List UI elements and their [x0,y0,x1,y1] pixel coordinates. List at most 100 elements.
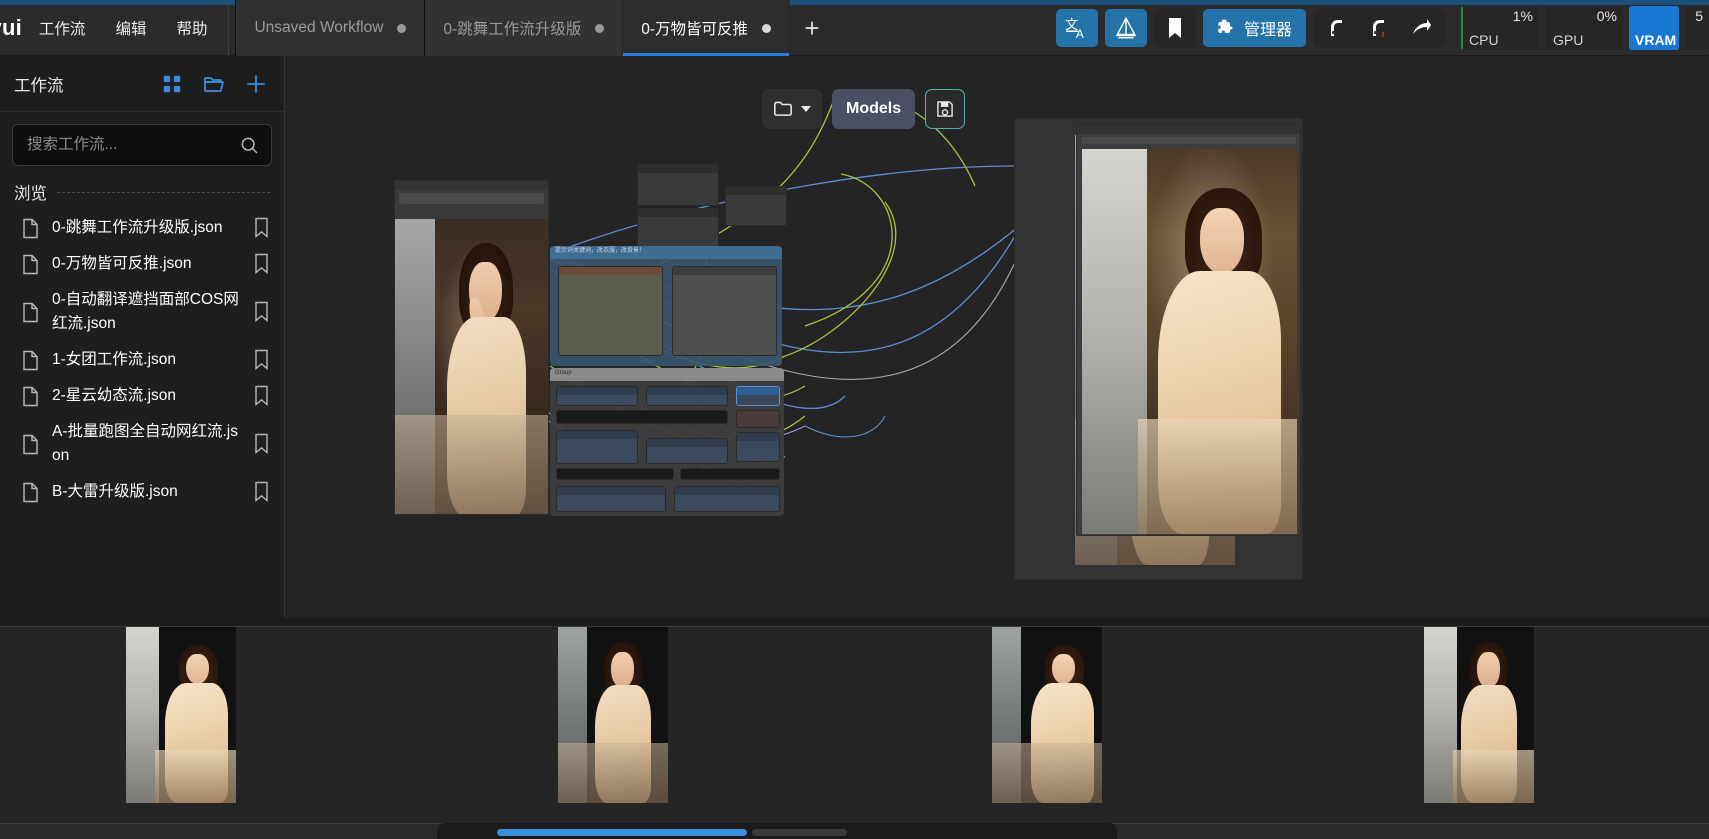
graph-node[interactable] [556,410,728,424]
image-subject [162,645,230,803]
graph-node[interactable] [725,186,787,226]
graph-node[interactable] [674,486,780,512]
pipe-icon[interactable] [1359,11,1399,45]
output-thumb-3[interactable] [992,627,1102,803]
top-bar-actions: 文 A 管理器 [1056,0,1709,56]
app-logo[interactable]: fyui [0,0,24,56]
graph-node[interactable] [637,208,719,248]
graph-node[interactable] [556,430,638,464]
graph-group-prompt[interactable]: 提示词关键词，改衣服，改背景！ [550,246,782,366]
stat-cpu[interactable]: 1% CPU [1461,6,1539,50]
filmstrip-scrollbar-track[interactable] [0,823,1709,839]
stat-gpu[interactable]: 0% GPU [1545,6,1623,50]
node-title-bar [647,387,727,395]
puzzle-icon [1215,18,1235,38]
manager-button[interactable]: 管理器 [1203,9,1306,47]
file-icon [22,302,39,323]
output-thumb-4[interactable] [1424,627,1534,803]
image-content [1082,149,1297,534]
output-thumb-1[interactable] [126,627,236,803]
bookmark-icon[interactable] [253,253,272,275]
folder-dropdown-button[interactable] [762,89,822,129]
subject-body [1461,685,1517,803]
stat-vram[interactable]: VRAM [1629,6,1679,50]
menu-item-workflow[interactable]: 工作流 [24,0,101,56]
preview-image-right[interactable] [1082,149,1297,534]
stat-vram-spacer [1669,9,1673,23]
chevron-down-icon[interactable] [801,106,811,112]
bookmark-icon[interactable] [253,385,272,407]
translate-icon[interactable]: 文 A [1056,9,1098,47]
tab-label: 0-万物皆可反推 [641,17,748,39]
output-filmstrip[interactable] [0,626,1709,823]
pipe-icon[interactable] [1317,11,1357,45]
node-title-bar [557,431,637,439]
workflow-list-item[interactable]: B-大雷升级版.json [0,474,284,510]
grid-view-icon[interactable] [160,72,184,96]
bookmark-icon[interactable] [253,301,272,323]
workflow-tab-unsaved[interactable]: Unsaved Workflow [235,0,425,56]
graph-node[interactable] [680,468,780,480]
graph-node-selected[interactable] [736,386,780,406]
workflow-list-item[interactable]: 2-星云幼态流.json [0,378,284,414]
comfy-logo-icon[interactable] [1105,9,1147,47]
workflow-list-item[interactable]: 0-跳舞工作流升级版.json [0,210,284,246]
graph-node[interactable] [646,438,728,464]
search-box[interactable] [12,124,272,166]
tab-modified-dot[interactable] [595,24,604,33]
filmstrip-scrollbar-thumb[interactable] [497,829,747,836]
graph-node[interactable] [736,432,780,462]
models-button[interactable]: Models [832,89,915,129]
graph-preview-node-left[interactable] [394,180,549,515]
bookmark-icon[interactable] [253,433,272,455]
group-title: Group [550,368,784,381]
bookmark-icon[interactable] [253,349,272,371]
menu-item-edit[interactable]: 编辑 [100,0,161,56]
bookmark-icon[interactable] [1154,9,1196,47]
graph-preview-node-right[interactable] [1076,124,1301,536]
graph-node-clip-positive[interactable] [558,266,663,356]
add-workflow-icon[interactable] [244,72,268,96]
workflow-list-item[interactable]: 1-女团工作流.json [0,342,284,378]
new-tab-button[interactable]: + [790,0,834,56]
tab-modified-dot[interactable] [762,24,771,33]
workflow-tab-dance[interactable]: 0-跳舞工作流升级版 [425,0,623,56]
canvas-toolbar: Models [762,89,965,129]
open-folder-icon[interactable] [202,72,226,96]
bookmark-icon[interactable] [253,217,272,239]
workflow-list-item[interactable]: A-批量跑图全自动网红流.json [0,414,284,474]
subject-body [595,685,651,803]
graph-node-clip-negative[interactable] [672,266,777,356]
graph-node[interactable] [646,386,728,406]
preview-image-left[interactable] [395,219,549,515]
graph-node[interactable] [556,468,674,480]
output-thumb-2[interactable] [558,627,668,803]
search-input[interactable] [27,136,239,154]
folder-icon [773,100,793,118]
stat-vram-value-box[interactable]: 5 [1685,6,1709,50]
graph-group-main[interactable]: Group [550,368,784,516]
workflow-list-item[interactable]: 0-万物皆可反推.json [0,246,284,282]
node-graph-canvas[interactable]: 提示词关键词，改衣服，改背景！ Group [285,56,1709,618]
bookmark-icon[interactable] [253,481,272,503]
workflow-tab-reverse[interactable]: 0-万物皆可反推 [623,0,790,56]
tab-modified-dot[interactable] [397,24,406,33]
node-widget-row [1081,137,1296,144]
file-icon [22,350,39,371]
save-button[interactable] [925,89,965,129]
graph-node[interactable] [637,164,719,206]
workflow-list-item[interactable]: 0-自动翻译遮挡面部COS网红流.json [0,282,284,342]
filmstrip-scrollbar-area[interactable] [437,823,1117,839]
graph-node[interactable] [556,486,666,512]
filmstrip-scrollbar-thumb-secondary[interactable] [752,829,847,836]
menu-item-help[interactable]: 帮助 [161,0,222,56]
graph-node[interactable] [556,386,638,406]
stat-vram-value: 5 [1695,9,1703,23]
stat-cpu-value: 1% [1513,9,1533,23]
subject-body [165,683,228,803]
tab-label: 0-跳舞工作流升级版 [443,17,581,39]
share-arrow-icon[interactable] [1401,11,1441,45]
stat-vram-label: VRAM [1635,33,1673,47]
graph-node[interactable] [736,410,780,428]
search-icon[interactable] [239,135,259,155]
